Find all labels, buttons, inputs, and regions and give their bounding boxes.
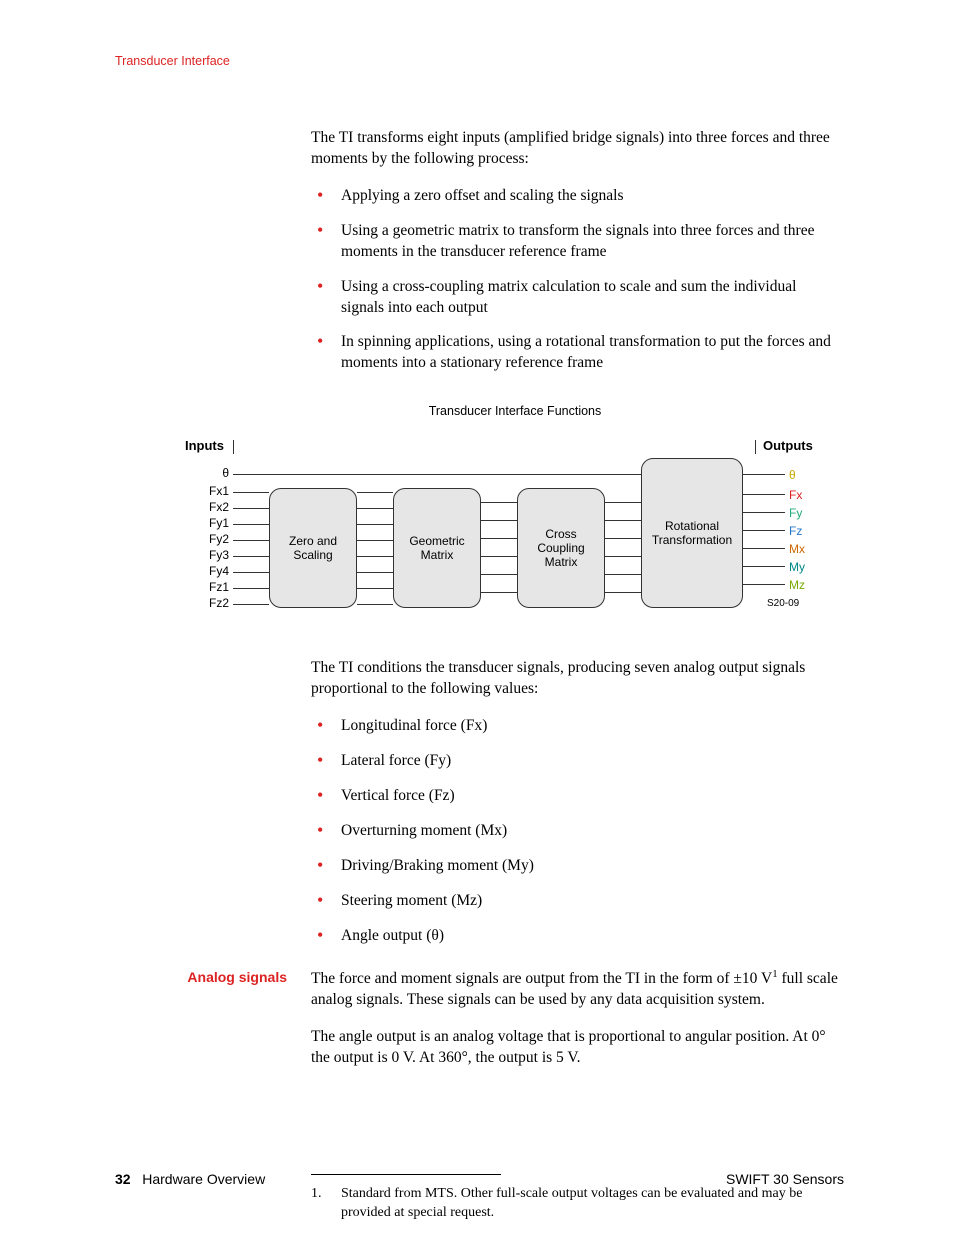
signal-line [233,604,269,605]
signal-line [233,508,269,509]
diagram-canvas: Inputs Outputs θ Fx1 Fx2 Fy1 Fy2 Fy3 Fy4… [185,438,845,638]
signal-line [357,556,393,557]
signal-line [605,592,641,593]
input-fy3: Fy3 [209,548,229,562]
signal-line [481,574,517,575]
diagram-container: Transducer Interface Functions Inputs Ou… [185,404,845,638]
footer-section: Hardware Overview [142,1171,265,1187]
signal-line [481,538,517,539]
block-cross-coupling: Cross Coupling Matrix [517,488,605,608]
signal-line [233,588,269,589]
page-header: Transducer Interface [115,54,844,68]
signal-line [605,520,641,521]
signal-line [233,524,269,525]
signal-line [481,556,517,557]
output-mx: Mx [789,542,805,556]
signal-line [357,572,393,573]
list-item: Using a geometric matrix to transform th… [311,221,841,263]
footer-left: 32 Hardware Overview [115,1171,265,1187]
footer-right: SWIFT 30 Sensors [726,1171,844,1187]
footnote-number: 1. [311,1185,341,1223]
list-item: Using a cross-coupling matrix calculatio… [311,277,841,319]
list-item: Angle output (θ) [311,926,841,947]
signal-line [605,502,641,503]
list-item: In spinning applications, using a rotati… [311,332,841,374]
signal-line [357,508,393,509]
signal-line [605,538,641,539]
list-item: Applying a zero offset and scaling the s… [311,186,841,207]
analog-paragraph-1: The force and moment signals are output … [311,967,841,1011]
footnote: 1. Standard from MTS. Other full-scale o… [311,1185,841,1223]
list-item: Driving/Braking moment (My) [311,856,841,877]
input-fy1: Fy1 [209,516,229,530]
block-geometric-matrix: Geometric Matrix [393,488,481,608]
output-fx: Fx [789,488,802,502]
signal-line [233,492,269,493]
list-item: Overturning moment (Mx) [311,821,841,842]
list-item: Steering moment (Mz) [311,891,841,912]
signal-line [481,592,517,593]
output-my: My [789,560,805,574]
footnote-text: Standard from MTS. Other full-scale outp… [341,1185,841,1223]
section-label: Analog signals [115,967,311,1085]
signal-line [481,502,517,503]
signal-line [743,494,785,495]
input-fz2: Fz2 [209,596,229,610]
diagram-ref: S20-09 [767,598,799,609]
signal-line [357,492,393,493]
input-fy2: Fy2 [209,532,229,546]
analog-signals-section: Analog signals The force and moment sign… [115,967,844,1085]
signal-line [357,588,393,589]
intro-paragraph: The TI transforms eight inputs (amplifie… [311,128,841,170]
inputs-label: Inputs [185,438,224,453]
diagram-title: Transducer Interface Functions [185,404,845,418]
list-item: Lateral force (Fy) [311,751,841,772]
list-item: Longitudinal force (Fx) [311,716,841,737]
signal-line [743,512,785,513]
input-fz1: Fz1 [209,580,229,594]
output-mz: Mz [789,578,805,592]
values-list: Longitudinal force (Fx) Lateral force (F… [311,716,841,946]
signal-line [743,548,785,549]
input-theta: θ [222,466,229,480]
input-fx1: Fx1 [209,484,229,498]
signal-line [743,566,785,567]
output-marker [755,440,756,454]
signal-line [605,574,641,575]
input-fy4: Fy4 [209,564,229,578]
signal-line [233,572,269,573]
signal-line [743,530,785,531]
page-footer: 32 Hardware Overview SWIFT 30 Sensors [115,1171,844,1187]
signal-line [233,556,269,557]
text-fragment: The force and moment signals are output … [311,970,772,987]
signal-line [481,520,517,521]
list-item: Vertical force (Fz) [311,786,841,807]
signal-line [357,604,393,605]
outputs-label: Outputs [763,438,813,453]
output-theta: θ [789,468,796,482]
block-rotational-transformation: Rotational Transformation [641,458,743,608]
signal-line [233,540,269,541]
signal-line [357,540,393,541]
conditions-paragraph: The TI conditions the transducer signals… [311,658,841,700]
analog-paragraph-2: The angle output is an analog voltage th… [311,1027,841,1069]
signal-line [357,524,393,525]
input-fx2: Fx2 [209,500,229,514]
signal-line [605,556,641,557]
output-fy: Fy [789,506,802,520]
page-number: 32 [115,1171,131,1187]
input-marker [233,440,234,454]
output-fz: Fz [789,524,802,538]
process-list: Applying a zero offset and scaling the s… [311,186,841,374]
block-zero-scaling: Zero and Scaling [269,488,357,608]
signal-line [743,584,785,585]
